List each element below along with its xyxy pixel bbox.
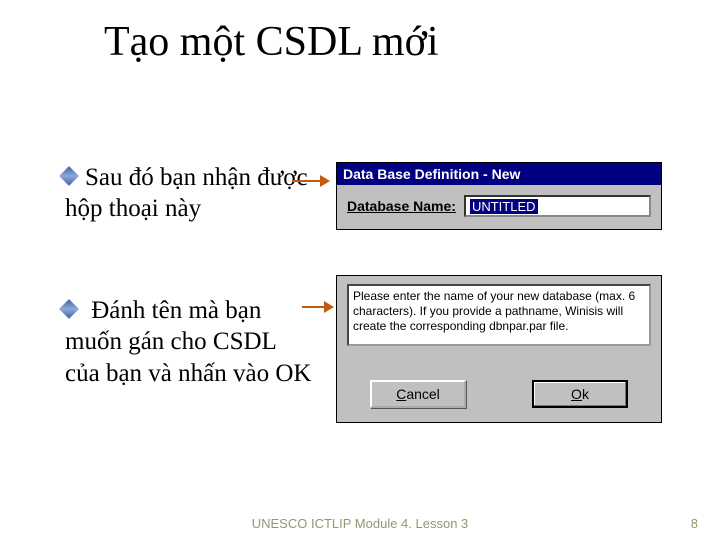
db-name-label: Database Name: [347, 198, 456, 214]
db-name-value: UNTITLED [470, 199, 538, 214]
cancel-button[interactable]: Cancel [370, 380, 466, 408]
bullet-text-1: Sau đó bạn nhận được hộp thoại này [65, 164, 308, 222]
slide-title: Tạo một CSDL mới [104, 18, 438, 66]
diamond-icon [59, 166, 79, 186]
db-name-input[interactable]: UNTITLED [464, 195, 651, 217]
bullet-item-1: Sau đó bạn nhận được hộp thoại này [65, 162, 315, 225]
ok-button[interactable]: Ok [532, 380, 628, 408]
dialog-title-bar: Data Base Definition - New [337, 163, 661, 185]
bullet-item-2: Đánh tên mà bạn muốn gán cho CSDL của bạ… [65, 295, 315, 389]
diamond-icon [59, 299, 79, 319]
dialog-prompt: Please enter the name of your new databa… [336, 275, 662, 423]
footer-text: UNESCO ICTLIP Module 4. Lesson 3 [252, 516, 469, 531]
arrow-icon [292, 180, 328, 182]
page-number: 8 [691, 516, 698, 531]
dialog-db-definition: Data Base Definition - New Database Name… [336, 162, 662, 230]
arrow-icon [302, 306, 332, 308]
bullet-text-2: Đánh tên mà bạn muốn gán cho CSDL của bạ… [65, 297, 311, 387]
prompt-message: Please enter the name of your new databa… [347, 284, 651, 346]
